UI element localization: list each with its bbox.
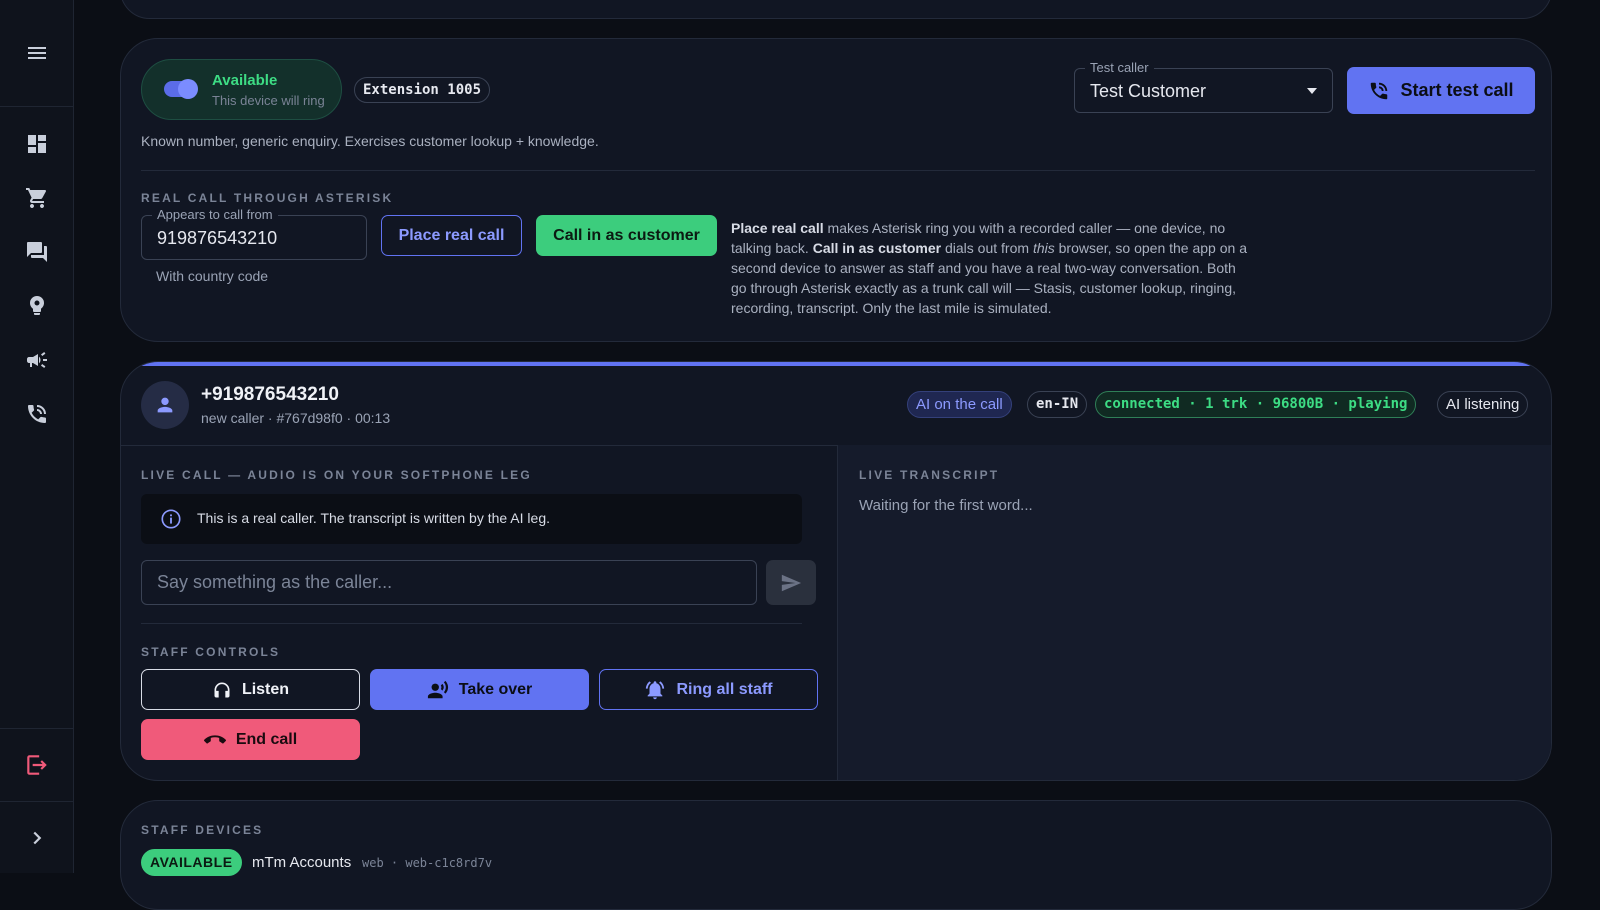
call-in-as-customer-button[interactable]: Call in as customer <box>536 215 717 256</box>
end-call-label: End call <box>235 730 298 748</box>
caller-number-value: 919876543210 <box>157 228 278 248</box>
sidebar <box>0 0 74 873</box>
device-name: mTm Accounts <box>252 854 352 871</box>
previous-card <box>120 0 1552 19</box>
transcript-pane: LIVE TRANSCRIPT Waiting for the first wo… <box>837 445 1551 780</box>
start-test-call-label: Start test call <box>1400 80 1514 100</box>
test-caller-label: Test caller <box>1085 60 1154 76</box>
phone-call-icon <box>1368 80 1390 102</box>
place-real-call-button[interactable]: Place real call <box>381 215 522 256</box>
staff-devices-card: STAFF DEVICES AVAILABLE mTm Accounts web… <box>120 800 1552 910</box>
dashboard-icon <box>25 132 49 156</box>
staff-devices-label: STAFF DEVICES <box>141 823 264 837</box>
real-call-help-text: Place real call makes Asterisk ring you … <box>731 218 1251 318</box>
test-call-card: Available This device will ring Extensio… <box>120 38 1552 342</box>
forum-icon <box>25 240 49 264</box>
availability-title: Available <box>212 72 278 89</box>
campaign-icon <box>25 348 49 372</box>
say-as-caller-input[interactable] <box>141 560 757 605</box>
availability-toggle[interactable]: Available This device will ring <box>141 59 342 120</box>
chevron-right-icon <box>26 827 48 849</box>
headphones-icon <box>212 680 232 700</box>
send-button[interactable] <box>766 560 816 605</box>
call-end-icon <box>203 729 226 751</box>
caller-meta: new caller · #767d98f0 · 00:13 <box>201 410 391 426</box>
phone-in-talk-icon <box>25 402 49 426</box>
transcript-waiting: Waiting for the first word... <box>859 497 1033 514</box>
language-tag: en-IN <box>1027 391 1088 418</box>
end-call-button[interactable]: End call <box>141 719 360 760</box>
logout-icon <box>24 752 50 778</box>
take-over-button[interactable]: Take over <box>370 669 589 710</box>
take-over-label: Take over <box>458 680 533 698</box>
caller-number: +919876543210 <box>201 384 339 405</box>
sidebar-item-campaigns[interactable] <box>0 340 74 380</box>
menu-button[interactable] <box>0 0 74 107</box>
help-text-2: dials out from <box>941 240 1033 256</box>
caller-number-field[interactable]: Appears to call from 919876543210 <box>141 207 367 260</box>
logout-button[interactable] <box>0 728 74 801</box>
info-banner: This is a real caller. The transcript is… <box>141 494 802 544</box>
device-meta: web · web-c1c8rd7v <box>362 856 493 870</box>
live-call-card: +919876543210 new caller · #767d98f0 · 0… <box>120 361 1552 781</box>
real-call-section-label: REAL CALL THROUGH ASTERISK <box>141 191 394 205</box>
transcript-label: LIVE TRANSCRIPT <box>859 468 1000 482</box>
ring-all-staff-label: Ring all staff <box>676 680 773 698</box>
sidebar-item-conversations[interactable] <box>0 232 74 272</box>
test-caller-select[interactable]: Test caller Test Customer <box>1074 60 1333 113</box>
connection-status-tag: connected · 1 trk · 96800B · playing <box>1095 391 1417 418</box>
controls-divider <box>141 623 802 624</box>
info-text: This is a real caller. The transcript is… <box>197 510 551 526</box>
country-code-hint: With country code <box>156 268 269 284</box>
staff-controls-label: STAFF CONTROLS <box>141 645 281 659</box>
help-italic: this <box>1032 240 1055 256</box>
cart-icon <box>25 186 49 210</box>
ring-all-staff-button[interactable]: Ring all staff <box>599 669 818 710</box>
info-icon <box>160 508 182 530</box>
bell-ring-icon <box>644 679 666 701</box>
support-agent-icon <box>25 294 49 318</box>
toggle-switch[interactable] <box>164 79 198 99</box>
send-icon <box>780 572 802 594</box>
help-bold-2: Call in as customer <box>812 240 942 256</box>
availability-subtitle: This device will ring <box>212 93 325 108</box>
listen-button[interactable]: Listen <box>141 669 360 710</box>
divider <box>141 170 1535 171</box>
live-call-label: LIVE CALL — AUDIO IS ON YOUR SOFTPHONE L… <box>141 468 532 482</box>
person-icon <box>154 394 176 416</box>
avatar <box>141 381 189 429</box>
menu-icon <box>25 41 49 65</box>
toggle-knob <box>178 79 198 99</box>
sidebar-item-orders[interactable] <box>0 178 74 218</box>
scenario-description: Known number, generic enquiry. Exercises… <box>141 133 599 149</box>
main-content: Available This device will ring Extensio… <box>74 0 1600 910</box>
dropdown-arrow-icon <box>1306 85 1318 97</box>
call-accent-bar <box>121 362 1551 366</box>
start-test-call-button[interactable]: Start test call <box>1347 67 1535 114</box>
appears-from-label: Appears to call from <box>152 207 278 223</box>
ai-on-call-tag: AI on the call <box>907 391 1012 418</box>
extension-badge: Extension 1005 <box>354 77 491 103</box>
sidebar-item-dashboard[interactable] <box>0 124 74 164</box>
sidebar-item-ai-agent[interactable] <box>0 286 74 326</box>
record-voice-icon <box>427 679 449 701</box>
listen-label: Listen <box>241 680 290 698</box>
expand-sidebar-button[interactable] <box>0 801 74 873</box>
ai-listening-tag: AI listening <box>1437 391 1529 418</box>
sidebar-item-calls[interactable] <box>0 394 74 434</box>
device-status-badge: AVAILABLE <box>141 849 242 876</box>
help-bold-1: Place real call <box>731 220 824 236</box>
test-caller-value: Test Customer <box>1090 81 1207 101</box>
